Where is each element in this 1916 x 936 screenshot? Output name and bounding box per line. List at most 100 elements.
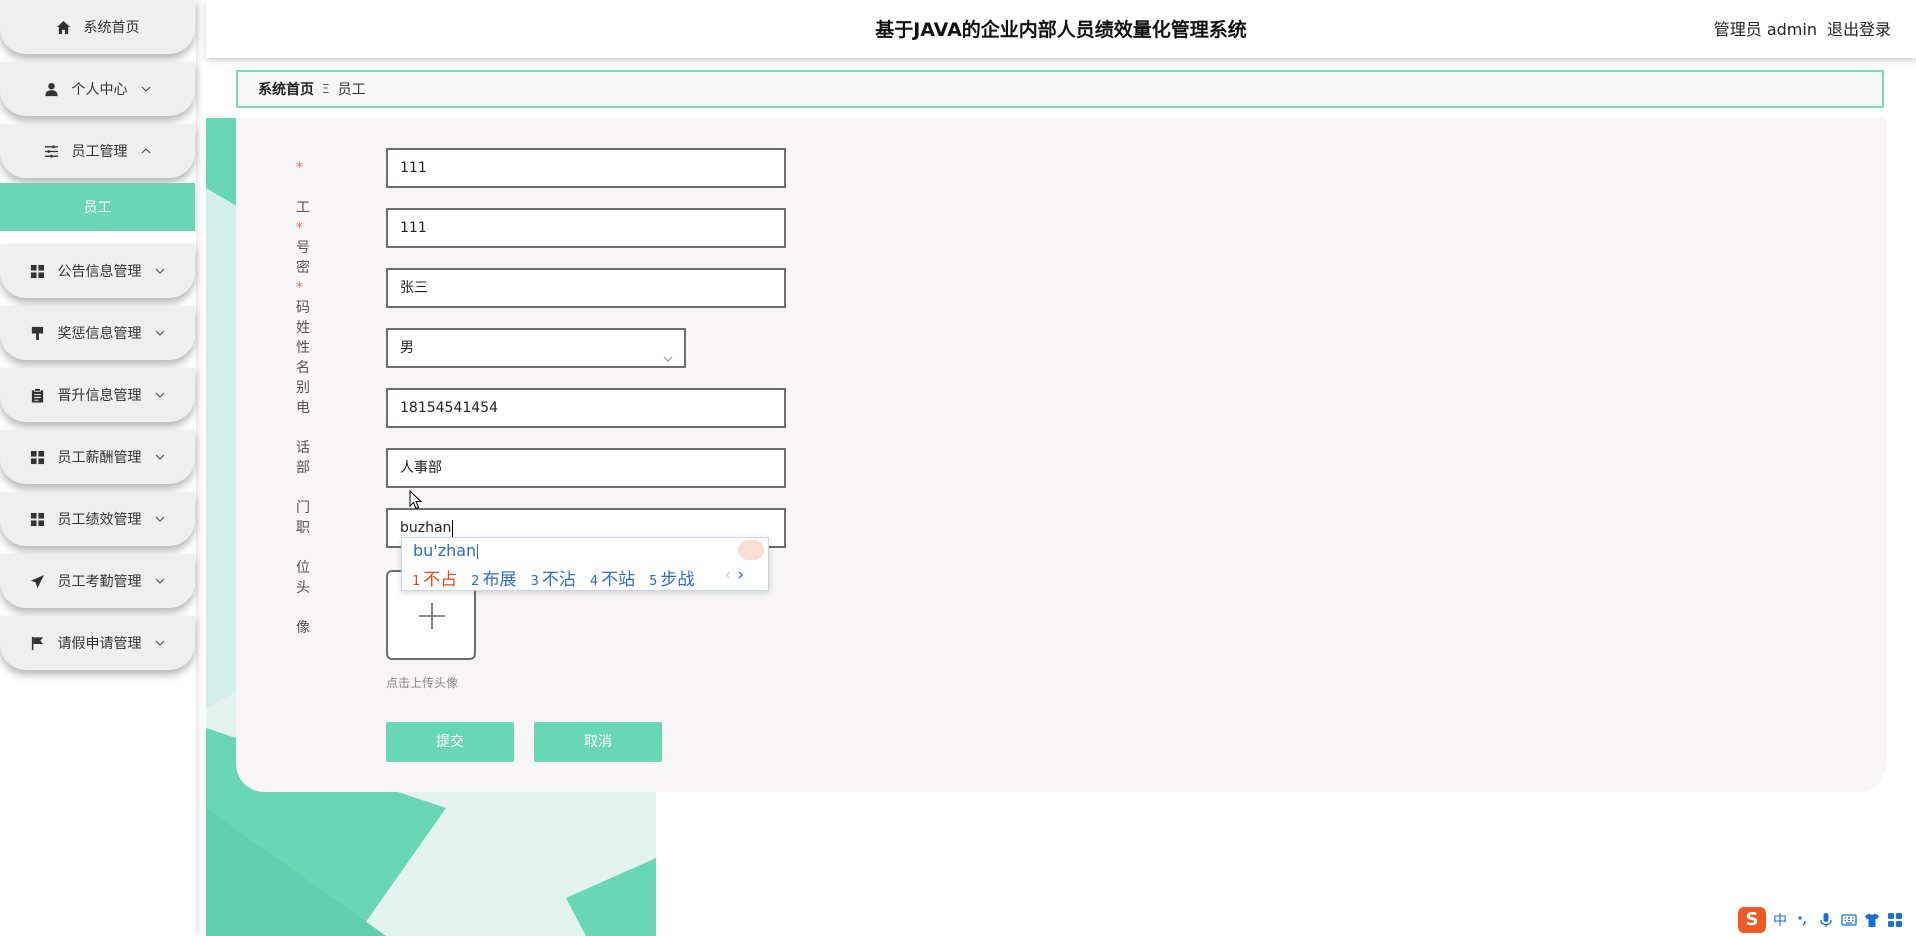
- chevron-down-icon: [154, 451, 166, 463]
- upload-tip: 点击上传头像: [386, 676, 459, 690]
- sidebar-item-salary[interactable]: 员工薪酬管理: [0, 430, 195, 484]
- grid-icon: [30, 511, 46, 527]
- password-input[interactable]: 111: [386, 208, 786, 248]
- sidebar-item-label: 员工绩效管理: [57, 512, 142, 528]
- ime-candidate-num: 3: [530, 574, 539, 589]
- avatar-label: 头像: [296, 580, 310, 636]
- required-mark: *: [296, 160, 303, 176]
- ime-candidate[interactable]: 4 不站: [590, 565, 635, 590]
- chevron-down-icon: [154, 575, 166, 587]
- ime-pinyin-text: bu'zhan: [413, 541, 477, 560]
- user-role: 管理员 admin: [1713, 20, 1817, 39]
- ime-prev-button[interactable]: ‹: [724, 565, 731, 585]
- text-caret: [452, 519, 454, 537]
- required-mark: *: [296, 220, 303, 236]
- ime-candidate-text: 不沾: [541, 570, 576, 590]
- ime-candidate-num: 1: [412, 574, 421, 589]
- gender-select-value: 男: [400, 340, 414, 356]
- employee-id-input[interactable]: 111: [386, 148, 786, 188]
- top-header: 基于JAVA的企业内部人员绩效量化管理系统 管理员 admin 退出登录: [206, 0, 1916, 58]
- logout-link[interactable]: 退出登录: [1827, 20, 1891, 39]
- ime-candidate-text: 布展: [482, 570, 517, 590]
- ime-candidate[interactable]: 5 步战: [649, 565, 694, 590]
- ime-candidate[interactable]: 2 布展: [471, 565, 516, 590]
- ime-candidate-text: 不占: [423, 570, 458, 590]
- punctuation-icon[interactable]: [1793, 910, 1813, 930]
- sidebar-item-home[interactable]: 系统首页: [0, 0, 195, 54]
- form-panel: *工号 111 *密码 111 *姓名 张三 性别 男 电话 181545414…: [236, 118, 1886, 792]
- sidebar-item-label: 员工管理: [71, 144, 128, 160]
- ime-next-button[interactable]: ›: [737, 565, 744, 585]
- cancel-button[interactable]: 取消: [534, 722, 662, 762]
- language-toggle[interactable]: 中: [1770, 910, 1790, 930]
- chevron-down-icon: [154, 265, 166, 277]
- sliders-icon: [44, 143, 60, 159]
- user-area: 管理员 admin 退出登录: [1704, 0, 1891, 60]
- chevron-down-icon: [154, 327, 166, 339]
- sidebar-item-promotion[interactable]: 晋升信息管理: [0, 368, 195, 422]
- toolbox-grid-icon[interactable]: [1885, 910, 1905, 930]
- ime-candidate[interactable]: 1 不占: [412, 565, 457, 590]
- send-icon: [30, 573, 46, 589]
- page-title: 基于JAVA的企业内部人员绩效量化管理系统: [875, 19, 1247, 41]
- ime-candidate-num: 2: [471, 574, 480, 589]
- ime-candidate[interactable]: 3 不沾: [531, 565, 576, 590]
- gender-select[interactable]: 男: [386, 328, 686, 368]
- brush-icon: [30, 325, 46, 341]
- sidebar-item-leave-request[interactable]: 请假申请管理: [0, 616, 195, 670]
- ime-candidates: 1 不占 2 布展 3 不沾 4 不站 5 步战: [412, 565, 708, 590]
- sidebar-item-reward-punishment[interactable]: 奖惩信息管理: [0, 306, 195, 360]
- ime-candidate-num: 5: [649, 574, 658, 589]
- sidebar-item-personal-center[interactable]: 个人中心: [0, 62, 195, 116]
- home-icon: [56, 19, 72, 35]
- ime-candidate-num: 4: [589, 574, 599, 589]
- chevron-down-icon: [154, 389, 166, 401]
- clipboard-icon: [30, 387, 46, 403]
- chevron-up-icon: [140, 145, 152, 157]
- skin-shirt-icon[interactable]: [1862, 910, 1882, 930]
- phone-input[interactable]: 18154541454: [386, 388, 786, 428]
- sidebar: 系统首页 个人中心 员工管理 员工 公告信息管理 奖惩信息管理 晋升信息管理 员…: [0, 0, 196, 936]
- chevron-down-icon: [154, 513, 166, 525]
- keyboard-icon[interactable]: [1839, 910, 1859, 930]
- sidebar-item-label: 奖惩信息管理: [57, 326, 142, 342]
- sidebar-item-employee-management[interactable]: 员工管理: [0, 124, 195, 178]
- plus-icon: [419, 603, 445, 629]
- breadcrumb-home[interactable]: 系统首页: [258, 79, 314, 99]
- sidebar-item-label: 员工考勤管理: [57, 574, 142, 590]
- grid-icon: [30, 263, 46, 279]
- required-mark: *: [296, 280, 303, 296]
- department-input[interactable]: 人事部: [386, 448, 786, 488]
- ime-toolbar: S 中: [1738, 906, 1908, 934]
- sidebar-item-label: 公告信息管理: [57, 264, 142, 280]
- ime-page-nav: ‹ ›: [724, 565, 744, 585]
- ime-logo-icon: [738, 540, 764, 560]
- submit-button[interactable]: 提交: [386, 722, 514, 762]
- ime-candidate-text: 不站: [601, 570, 636, 590]
- sidebar-subitem-employee[interactable]: 员工: [0, 183, 195, 231]
- sidebar-item-attendance[interactable]: 员工考勤管理: [0, 554, 195, 608]
- user-icon: [44, 81, 60, 97]
- breadcrumb-current: 员工: [337, 82, 366, 98]
- sidebar-item-label: 员工薪酬管理: [57, 450, 142, 466]
- sidebar-item-label: 晋升信息管理: [57, 388, 142, 404]
- sidebar-item-announcement[interactable]: 公告信息管理: [0, 244, 195, 298]
- sogou-logo-icon[interactable]: S: [1738, 907, 1766, 933]
- ime-candidate-popup: bu'zhan 1 不占 2 布展 3 不沾 4 不站 5 步战 ‹ ›: [401, 537, 769, 591]
- ime-pinyin: bu'zhan: [413, 541, 479, 560]
- sidebar-item-label: 系统首页: [83, 20, 140, 36]
- breadcrumb-separator: Ξ: [322, 82, 330, 96]
- microphone-icon[interactable]: [1816, 910, 1836, 930]
- sidebar-item-performance[interactable]: 员工绩效管理: [0, 492, 195, 546]
- grid-icon: [30, 449, 46, 465]
- sidebar-item-label: 个人中心: [71, 82, 128, 98]
- flag-icon: [30, 635, 46, 651]
- sidebar-item-label: 请假申请管理: [57, 636, 142, 652]
- ime-candidate-text: 步战: [660, 570, 695, 590]
- chevron-down-icon: [662, 343, 674, 362]
- chevron-down-icon: [154, 637, 166, 649]
- ime-caret: [477, 544, 479, 559]
- name-input[interactable]: 张三: [386, 268, 786, 308]
- chevron-down-icon: [140, 83, 152, 95]
- position-input-value: buzhan: [400, 520, 452, 536]
